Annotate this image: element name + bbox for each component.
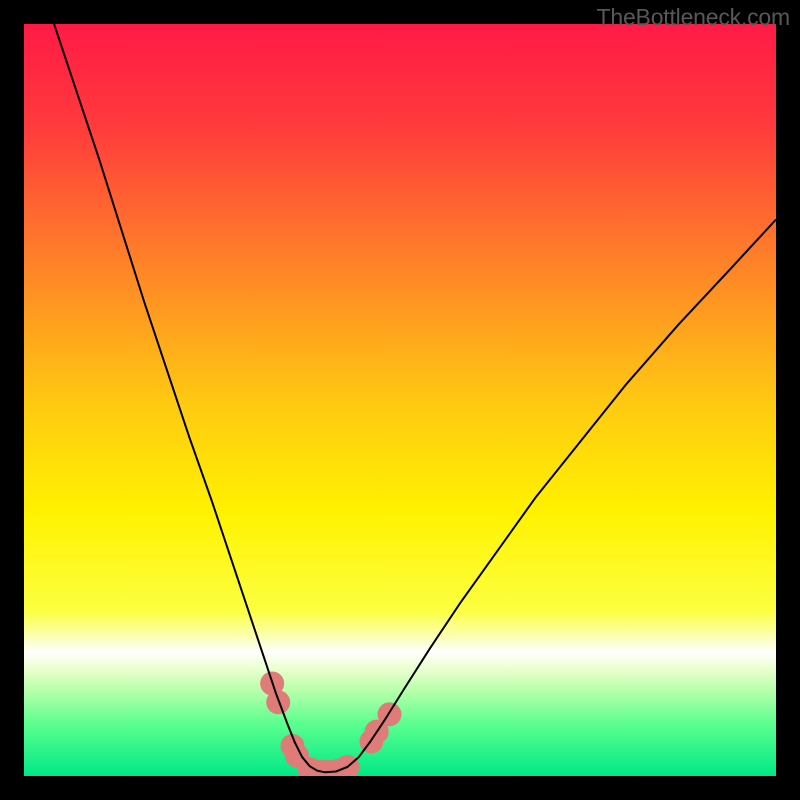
chart-background	[24, 24, 776, 776]
curve-marker	[377, 702, 401, 726]
curve-marker	[266, 690, 290, 714]
chart-svg	[24, 24, 776, 776]
watermark-text: TheBottleneck.com	[597, 4, 790, 31]
chart-link[interactable]	[24, 24, 776, 776]
chart-frame: TheBottleneck.com	[0, 0, 800, 800]
